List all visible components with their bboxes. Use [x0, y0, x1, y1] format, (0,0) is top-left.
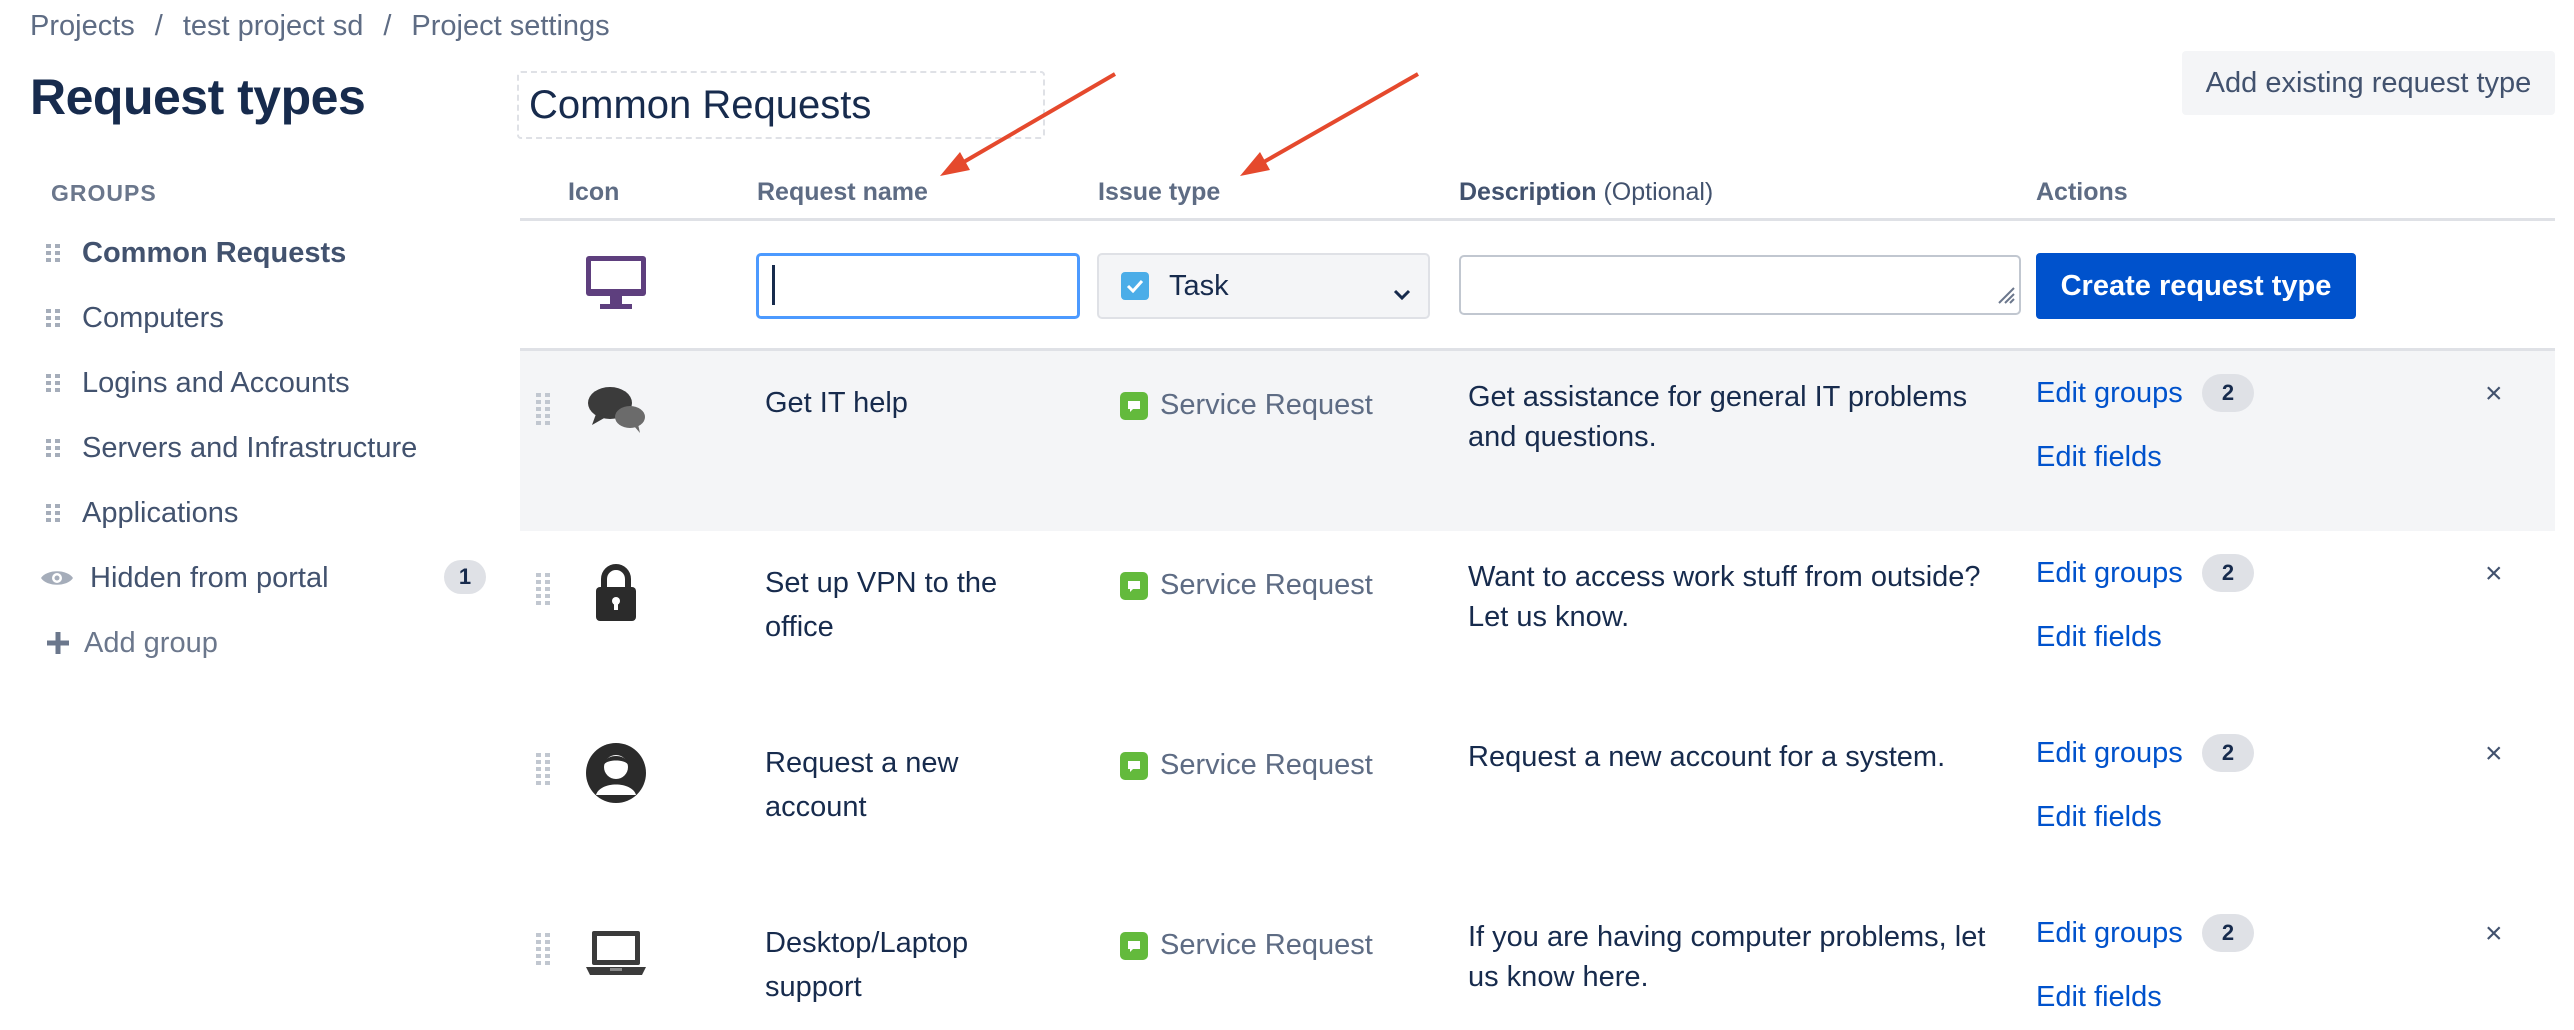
drag-handle-icon[interactable] — [46, 370, 60, 396]
request-name-input[interactable] — [756, 253, 1080, 319]
edit-groups-link[interactable]: Edit groups — [2036, 377, 2183, 410]
lock-icon — [584, 561, 648, 625]
text-caret — [772, 265, 775, 305]
issue-type-label: Service Request — [1160, 569, 1373, 601]
header-description-label: Description — [1459, 178, 1597, 206]
task-icon — [1121, 272, 1149, 300]
header-icon: Icon — [568, 178, 620, 206]
groups-count-badge: 2 — [2202, 554, 2254, 592]
drag-handle-icon[interactable] — [46, 500, 60, 526]
edit-groups-link[interactable]: Edit groups — [2036, 737, 2183, 770]
sidebar-item-label: Logins and Accounts — [82, 366, 350, 399]
breadcrumb-projects[interactable]: Projects — [30, 10, 135, 43]
table-row[interactable]: Get IT help Service Request Get assistan… — [520, 351, 2555, 531]
chat-bubbles-icon — [584, 381, 648, 445]
close-icon[interactable]: × — [2485, 377, 2503, 411]
chevron-down-icon — [1392, 277, 1412, 310]
sidebar-item-label: Computers — [82, 301, 224, 334]
table-row[interactable]: Set up VPN to the office Service Request… — [520, 531, 2555, 711]
edit-groups-link[interactable]: Edit groups — [2036, 557, 2183, 590]
add-group-label: Add group — [84, 626, 218, 659]
edit-groups-link[interactable]: Edit groups — [2036, 917, 2183, 950]
drag-handle-icon[interactable] — [46, 435, 60, 461]
header-description-optional: (Optional) — [1603, 178, 1714, 206]
request-description: Want to access work stuff from outside? … — [1468, 561, 1981, 633]
group-name-field[interactable]: Common Requests — [517, 71, 1045, 139]
create-request-type-button[interactable]: Create request type — [2036, 253, 2356, 319]
service-request-icon — [1120, 391, 1148, 420]
close-icon[interactable]: × — [2485, 917, 2503, 951]
sidebar-item-servers-and-infrastructure[interactable]: Servers and Infrastructure — [46, 423, 417, 473]
issue-type: Service Request — [1120, 749, 1373, 782]
edit-fields-link[interactable]: Edit fields — [2036, 441, 2162, 474]
request-description: Get assistance for general IT problems a… — [1468, 381, 1968, 453]
breadcrumb-separator: / — [154, 10, 163, 42]
groups-count-badge: 2 — [2202, 734, 2254, 772]
header-description: Description (Optional) — [1459, 178, 1713, 207]
request-description: If you are having computer problems, let… — [1468, 921, 1986, 993]
page-title: Request types — [30, 69, 366, 125]
service-request-icon — [1120, 931, 1148, 960]
issue-type: Service Request — [1120, 569, 1373, 602]
drag-handle-icon[interactable] — [46, 240, 60, 266]
sidebar-item-label: Common Requests — [82, 236, 347, 269]
request-name: Set up VPN to the office — [765, 567, 998, 643]
groups-heading: GROUPS — [51, 180, 157, 206]
sidebar-item-applications[interactable]: Applications — [46, 488, 238, 538]
resize-handle-icon[interactable] — [1995, 284, 2015, 309]
edit-fields-link[interactable]: Edit fields — [2036, 981, 2162, 1014]
description-textarea[interactable] — [1459, 255, 2021, 315]
header-issue-type: Issue type — [1098, 178, 1221, 206]
drag-handle-icon[interactable] — [536, 573, 552, 621]
add-group-button[interactable]: Add group — [46, 618, 218, 668]
groups-count-badge: 2 — [2202, 374, 2254, 412]
issue-type-label: Service Request — [1160, 389, 1373, 421]
close-icon[interactable]: × — [2485, 557, 2503, 591]
sidebar-item-hidden-from-portal[interactable]: Hidden from portal — [41, 553, 329, 603]
drag-handle-icon[interactable] — [536, 393, 552, 441]
drag-handle-icon[interactable] — [536, 753, 552, 801]
sidebar-item-computers[interactable]: Computers — [46, 293, 224, 343]
service-request-icon — [1120, 751, 1148, 780]
issue-type-select[interactable]: Task — [1097, 253, 1430, 319]
breadcrumb-project[interactable]: test project sd — [183, 10, 364, 43]
issue-type-label: Service Request — [1160, 749, 1373, 781]
breadcrumb-separator: / — [383, 10, 392, 42]
issue-type: Service Request — [1120, 929, 1373, 962]
groups-count-badge: 2 — [2202, 914, 2254, 952]
header-divider — [520, 218, 2555, 221]
monitor-icon[interactable] — [584, 254, 648, 317]
request-name: Request a new account — [765, 747, 959, 823]
drag-handle-icon[interactable] — [46, 305, 60, 331]
header-actions: Actions — [2036, 178, 2128, 206]
eye-icon — [40, 567, 74, 589]
issue-type-selected: Task — [1169, 269, 1229, 302]
sidebar-item-label: Hidden from portal — [90, 561, 329, 594]
edit-fields-link[interactable]: Edit fields — [2036, 621, 2162, 654]
sidebar-item-label: Applications — [82, 496, 239, 529]
request-description: Request a new account for a system. — [1468, 741, 1946, 773]
user-circle-icon — [584, 741, 648, 805]
close-icon[interactable]: × — [2485, 737, 2503, 771]
request-name: Desktop/Laptop support — [765, 927, 969, 1003]
request-name: Get IT help — [765, 387, 908, 419]
plus-icon — [46, 631, 70, 655]
issue-type-label: Service Request — [1160, 929, 1373, 961]
breadcrumb-project-settings[interactable]: Project settings — [411, 10, 609, 43]
issue-type: Service Request — [1120, 389, 1373, 422]
drag-handle-icon[interactable] — [536, 933, 552, 981]
header-request-name: Request name — [757, 178, 928, 206]
hidden-count-badge: 1 — [444, 560, 486, 594]
table-row[interactable]: Desktop/Laptop support Service Request I… — [520, 891, 2555, 1030]
sidebar-item-logins-and-accounts[interactable]: Logins and Accounts — [46, 358, 350, 408]
service-request-icon — [1120, 571, 1148, 600]
sidebar-item-common-requests[interactable]: Common Requests — [46, 228, 346, 278]
add-existing-request-type-button[interactable]: Add existing request type — [2182, 51, 2555, 115]
annotation-arrow-issue-type — [1240, 72, 1419, 176]
breadcrumb: Projects / test project sd / Project set… — [30, 10, 610, 43]
edit-fields-link[interactable]: Edit fields — [2036, 801, 2162, 834]
laptop-icon — [584, 921, 648, 985]
sidebar-item-label: Servers and Infrastructure — [82, 431, 418, 464]
table-row[interactable]: Request a new account Service Request Re… — [520, 711, 2555, 891]
